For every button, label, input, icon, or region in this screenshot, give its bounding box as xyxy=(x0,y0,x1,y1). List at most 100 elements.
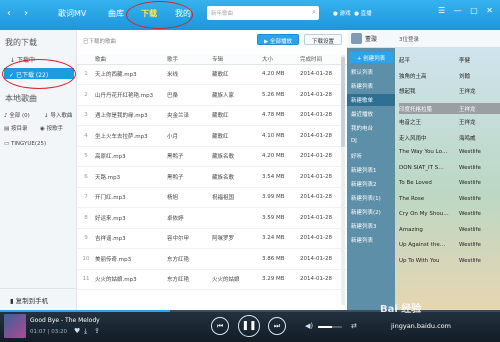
finish-time: 2014-01-28 xyxy=(300,146,347,167)
forward-arrow-icon[interactable]: › xyxy=(20,8,32,20)
table-row[interactable]: 6 天路.mp3 黑鸭子 藏族名歌 3.54 MB 2014-01-28 xyxy=(77,166,347,188)
table-row[interactable]: 1 天上的西藏.mp3 米线 藏歌红 4.20 MB 2014-01-28 xyxy=(77,64,347,85)
playlist-item[interactable]: 新建歌单 xyxy=(347,94,395,106)
playlist-song[interactable]: 独角的土高 刘翰 xyxy=(399,72,500,80)
album-cover[interactable] xyxy=(4,314,26,338)
playlist-song[interactable]: Up To With You Westlife xyxy=(399,258,500,264)
nav-library[interactable]: 曲库 xyxy=(108,8,124,19)
col-date[interactable]: 完成时间 xyxy=(300,54,347,65)
playlist-item[interactable]: 好听 xyxy=(351,152,362,160)
playlist-item[interactable]: 新建列表(2) xyxy=(351,208,381,216)
row-number: 3 xyxy=(77,105,95,126)
scrollbar[interactable] xyxy=(341,55,345,305)
playlist-song-artist: Westlife xyxy=(459,257,481,264)
album: 藏歌红 xyxy=(212,64,262,85)
playlist-song-artist: Westlife xyxy=(459,242,481,248)
playlist-song-artist: 王祥龙 xyxy=(459,106,476,113)
search-input[interactable]: 新年歌曲 ⌕ xyxy=(207,6,319,20)
table-header: 歌曲 歌手 专辑 大小 完成时间 xyxy=(77,54,347,65)
share-icon[interactable]: ⇪ xyxy=(94,327,100,335)
table-row[interactable]: 9 吉祥谣.mp3 容中尔甲 阿咪罗罗 3.24 MB 2014-01-28 xyxy=(77,228,347,249)
playlist-song[interactable]: 起平 李健 xyxy=(399,56,500,64)
playlist-song[interactable]: 走入风雨中 海鸣威 xyxy=(399,134,500,142)
playlist-song-title: 电音之王 xyxy=(399,120,422,126)
playlist-song[interactable]: Cry On My Shou… Westlife xyxy=(399,211,500,217)
sidebar-item-all[interactable]: ♪ 全部 (0) xyxy=(4,111,30,119)
col-song[interactable]: 歌曲 xyxy=(95,54,167,65)
finish-time: 2014-01-28 xyxy=(300,105,347,126)
table-row[interactable]: 11 火火的姑娘.mp3 东方红艳 火火的姑娘 3.29 MB 2014-01-28 xyxy=(77,269,347,290)
playlist-item[interactable]: 新建列表2 xyxy=(351,180,377,188)
playlist-song[interactable]: The Way You Lo… Westlife xyxy=(399,149,500,155)
playlist-item[interactable]: 新建列表1 xyxy=(351,166,377,174)
next-button[interactable]: ⏭ xyxy=(268,317,286,335)
playlist-item[interactable]: 默认列表 xyxy=(351,68,373,76)
window-controls[interactable]: ☰ — ▢ ✕ xyxy=(438,6,496,15)
playlist-song[interactable]: 电音之王 王祥龙 xyxy=(399,118,500,126)
download-icon[interactable]: ⤓ xyxy=(84,327,87,336)
import-songs-link[interactable]: ↓ 导入歌曲 xyxy=(44,111,72,119)
playlist-song[interactable]: DON SIAT_IT S… Westlife xyxy=(399,165,500,171)
singer: 米线 xyxy=(167,64,212,85)
finish-time: 2014-01-28 xyxy=(300,84,347,106)
table-row[interactable]: 8 好运来.mp3 卓依婷 3.59 MB 2014-01-28 xyxy=(77,207,347,229)
search-icon[interactable]: ⌕ xyxy=(312,8,316,17)
playlist-song[interactable]: 想起我 王祥龙 xyxy=(399,87,500,95)
game-link[interactable]: ● 游戏 ● 直播 xyxy=(333,9,372,17)
play-pause-button[interactable]: ❚❚ xyxy=(238,315,260,337)
table-row[interactable]: 3 遇上你是我的缘.mp3 央金兰泽 藏歌红 4.78 MB 2014-01-28 xyxy=(77,105,347,126)
download-table: 歌曲 歌手 专辑 大小 完成时间 1 天上的西藏.mp3 米线 藏歌红 4.20 MB 2… xyxy=(77,54,347,290)
col-size[interactable]: 大小 xyxy=(262,54,300,65)
playlist-item[interactable]: 新建列表 xyxy=(351,236,373,244)
sidebar-folder[interactable]: ▭ TINGYUE(25) xyxy=(4,141,46,147)
playlist-item[interactable]: 新建列表(1) xyxy=(351,194,381,202)
prev-button[interactable]: ⏮ xyxy=(211,317,229,335)
playlist-item[interactable]: DJ xyxy=(351,138,357,144)
playlist-song-artist: 李健 xyxy=(459,58,471,64)
row-number: 7 xyxy=(77,187,95,208)
back-arrow-icon[interactable]: ‹ xyxy=(3,8,15,20)
nav-lyrics-mv[interactable]: 歌词MV xyxy=(58,8,86,19)
finish-time: 2014-01-28 xyxy=(300,166,347,188)
progress-bar[interactable] xyxy=(0,310,500,312)
volume-slider[interactable] xyxy=(318,326,342,328)
copy-to-phone-button[interactable]: ▮ 复制到手机 xyxy=(0,288,77,310)
playlist-item[interactable]: 最近播放 xyxy=(351,110,373,118)
create-list-button[interactable]: + 创建列表 xyxy=(349,52,393,63)
table-row[interactable]: 2 山丹丹花开红艳艳.mp3 巴桑 藏族人家 5.26 MB 2014-01-28 xyxy=(77,84,347,106)
playlist-song[interactable]: 印度托格拉腊 王祥龙 xyxy=(399,102,500,114)
playlist-song[interactable]: The Rose Westlife xyxy=(399,196,500,202)
playlist-song-title: Up To With You xyxy=(399,257,440,264)
playlist-song[interactable]: Up Against the… Westlife xyxy=(399,242,500,248)
heart-icon[interactable]: ♥ xyxy=(74,327,80,335)
by-singer-link[interactable]: ◉ 按歌手 xyxy=(40,124,63,132)
singer: 容中尔甲 xyxy=(167,228,212,249)
by-directory-link[interactable]: ▤ 按目录 xyxy=(4,124,27,132)
col-singer[interactable]: 歌手 xyxy=(167,54,212,65)
table-row[interactable]: 7 开门红.mp3 杨旭 祝福祖国 3.99 MB 2014-01-28 xyxy=(77,187,347,208)
table-row[interactable]: 10 美丽传奇.mp3 东方红艳 3.86 MB 2014-01-28 xyxy=(77,248,347,270)
scroll-thumb[interactable] xyxy=(341,57,345,147)
play-all-button[interactable]: ▶ 全部播放 xyxy=(257,34,299,45)
username[interactable]: 董璇 xyxy=(365,34,377,43)
mode-icon[interactable]: ⇄ xyxy=(351,322,357,330)
playlist-item[interactable]: 我的电台 xyxy=(351,124,373,132)
album: 阿咪罗罗 xyxy=(212,228,262,249)
volume-icon[interactable]: ◀) xyxy=(305,322,313,330)
download-settings-button[interactable]: 下载设置 xyxy=(304,34,342,45)
playlist-song-title: Up Against the… xyxy=(399,242,446,248)
singer: 黑鸭子 xyxy=(167,146,212,167)
table-row[interactable]: 4 坐上火车去拉萨.mp3 小月 藏歌红 4.10 MB 2014-01-28 xyxy=(77,125,347,147)
playlist-song[interactable]: Amazing Westlife xyxy=(399,227,500,233)
playlist-item[interactable]: 新建列表 xyxy=(351,82,373,90)
playlist-list: + 创建列表 默认列表 新建列表 新建歌单 最近播放 我的电台 DJ 好听 新建列表1 新建列表… xyxy=(347,48,395,310)
breadcrumb: 已下载的歌曲 xyxy=(83,39,117,45)
file-size: 4.78 MB xyxy=(262,105,300,126)
playlist-song[interactable]: To Be Loved Westlife xyxy=(399,180,500,186)
table-row[interactable]: 5 高原红.mp3 黑鸭子 藏族名歌 4.20 MB 2014-01-28 xyxy=(77,146,347,167)
col-album[interactable]: 专辑 xyxy=(212,54,262,65)
playlist-item[interactable]: 新建列表3 xyxy=(351,222,377,230)
avatar[interactable] xyxy=(351,33,362,44)
singer: 东方红艳 xyxy=(167,248,212,270)
play-time: 01:07 | 03:20 xyxy=(30,329,68,335)
